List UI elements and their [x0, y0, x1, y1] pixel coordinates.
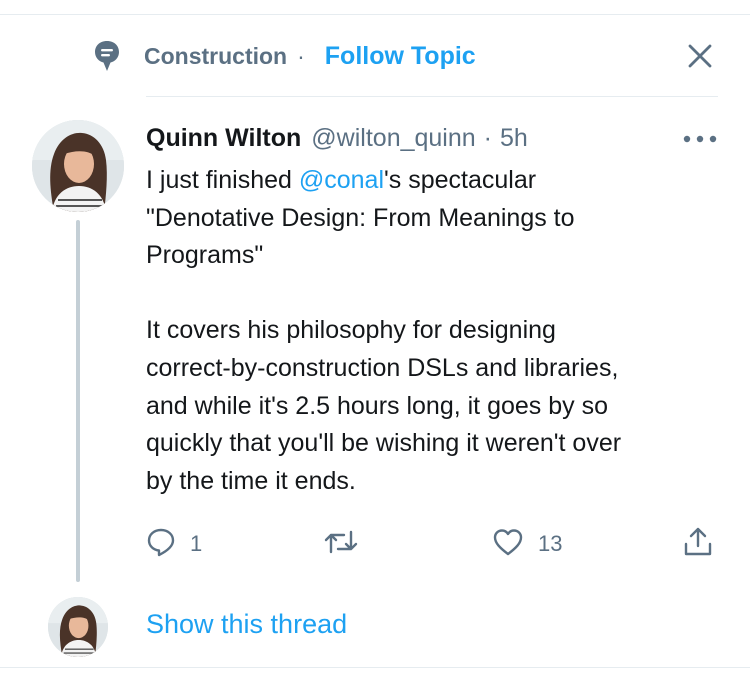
bottom-divider — [0, 667, 750, 668]
mention-link[interactable]: @conal — [299, 166, 384, 194]
tweet-text-line: "Denotative Design: From Meanings to — [146, 203, 575, 232]
tweet-text-line: Programs" — [146, 241, 264, 270]
share-button[interactable] — [682, 524, 714, 564]
show-thread-link[interactable]: Show this thread — [146, 609, 347, 640]
tweet-text: I just finished @conal's spectacular "De… — [146, 162, 726, 500]
tweet-text-line: and while it's 2.5 hours long, it goes b… — [146, 391, 608, 420]
author-name[interactable]: Quinn Wilton — [146, 124, 301, 153]
tweet-actions: 1 13 — [146, 524, 726, 564]
retweet-button[interactable] — [324, 524, 372, 564]
topic-speech-bubble-icon — [92, 39, 122, 73]
author-avatar[interactable] — [32, 120, 124, 212]
reply-icon — [146, 527, 176, 562]
share-icon — [682, 526, 714, 563]
tweet-timestamp[interactable]: 5h — [500, 124, 528, 153]
tweet-header: Quinn Wilton @wilton_quinn · 5h — [146, 118, 666, 158]
reply-button[interactable]: 1 — [146, 524, 202, 564]
tweet-text-line: It covers his philosophy for designing — [146, 316, 556, 345]
like-button[interactable]: 13 — [492, 524, 562, 564]
time-separator: · — [483, 123, 492, 152]
thread-avatar[interactable] — [48, 597, 108, 657]
retweet-icon — [324, 527, 358, 562]
heart-icon — [492, 527, 524, 562]
tweet-text-line: I just finished @conal's spectacular — [146, 166, 537, 194]
follow-topic-button[interactable]: Follow Topic — [325, 42, 476, 71]
more-options-icon[interactable] — [680, 124, 720, 154]
topic-divider — [146, 96, 718, 97]
tweet-text-line: by the time it ends. — [146, 466, 356, 495]
reply-count: 1 — [190, 531, 203, 556]
topic-separator: · — [297, 42, 305, 69]
paragraph-break — [146, 275, 726, 313]
thread-connector-line — [76, 220, 80, 582]
like-count: 13 — [538, 531, 563, 556]
tweet-card: Construction · Follow Topic Quinn Wilton… — [0, 0, 750, 686]
tweet-text-line: correct-by-construction DSLs and librari… — [146, 353, 619, 382]
tweet-text-line: quickly that you'll be wishing it weren'… — [146, 429, 622, 458]
topic-header: Construction · Follow Topic — [92, 34, 722, 78]
close-icon[interactable] — [682, 38, 718, 74]
top-divider — [0, 14, 750, 15]
topic-name[interactable]: Construction — [144, 43, 287, 70]
author-handle[interactable]: @wilton_quinn — [311, 124, 475, 153]
